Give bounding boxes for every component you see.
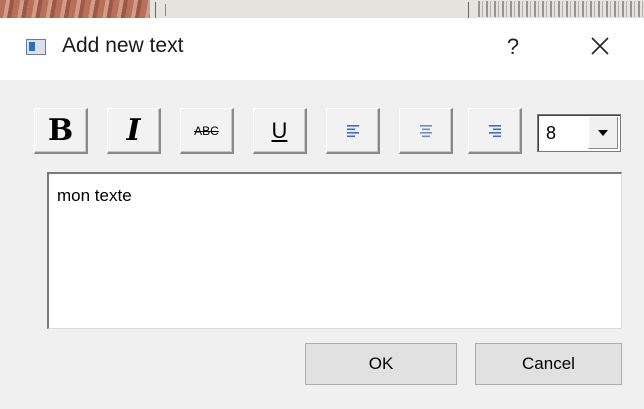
dialog-titlebar: Add new text ? bbox=[0, 18, 644, 80]
italic-button[interactable]: I bbox=[107, 108, 161, 154]
background-divider bbox=[155, 2, 156, 18]
background-window bbox=[0, 0, 644, 18]
app-icon bbox=[26, 39, 46, 55]
align-center-icon bbox=[419, 124, 432, 137]
background-divider bbox=[165, 4, 166, 16]
strikethrough-label: ABC bbox=[194, 123, 219, 138]
help-button[interactable]: ? bbox=[499, 30, 527, 64]
font-size-value: 8 bbox=[546, 123, 557, 143]
font-size-select[interactable]: 8 bbox=[537, 114, 621, 152]
dropdown-arrow-icon bbox=[598, 129, 608, 136]
strikethrough-button[interactable]: ABC bbox=[180, 108, 234, 154]
text-input[interactable]: mon texte bbox=[47, 172, 622, 329]
font-size-dropdown-button[interactable] bbox=[588, 117, 618, 149]
align-right-button[interactable] bbox=[468, 108, 522, 154]
align-center-button[interactable] bbox=[399, 108, 453, 154]
italic-label: I bbox=[126, 113, 141, 148]
background-text bbox=[478, 1, 644, 17]
close-icon bbox=[591, 37, 609, 55]
dialog-title: Add new text bbox=[62, 34, 184, 57]
underline-label: U bbox=[271, 117, 288, 143]
background-divider bbox=[468, 2, 469, 18]
bold-button[interactable]: B bbox=[34, 108, 88, 154]
align-left-icon bbox=[346, 124, 359, 137]
cancel-button[interactable]: Cancel bbox=[475, 343, 622, 385]
align-right-icon bbox=[488, 124, 501, 137]
close-button[interactable] bbox=[582, 28, 618, 64]
add-text-dialog: Add new text ? B I ABC U 8 mon texte OK … bbox=[0, 18, 644, 409]
align-left-button[interactable] bbox=[326, 108, 380, 154]
underline-button[interactable]: U bbox=[253, 108, 307, 154]
ok-button[interactable]: OK bbox=[305, 343, 457, 385]
bold-label: B bbox=[47, 113, 74, 148]
background-image bbox=[0, 0, 150, 18]
